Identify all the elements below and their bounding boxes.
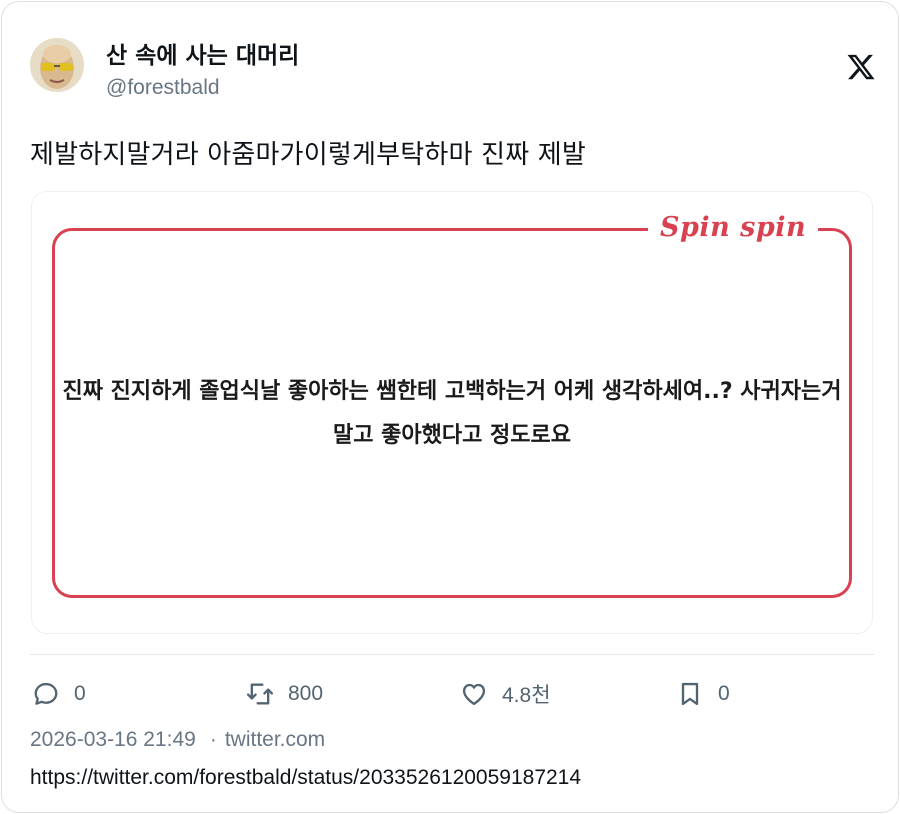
author-handle[interactable]: @forestbald xyxy=(106,76,220,100)
retweet-button[interactable]: 800 xyxy=(246,678,323,710)
tweet-url[interactable]: https://twitter.com/forestbald/status/20… xyxy=(30,766,581,790)
reply-icon xyxy=(34,682,58,705)
reply-button[interactable]: 0 xyxy=(32,678,86,710)
tweet-media-image[interactable]: Spin spin 진짜 진지하게 졸업식날 좋아하는 쌤한테 고백하는거 어케… xyxy=(31,191,873,634)
tweet-card: 산 속에 사는 대머리 @forestbald 제발하지말거라 아줌마가이렇게부… xyxy=(1,1,899,813)
divider xyxy=(30,654,874,655)
bookmark-count: 0 xyxy=(718,682,730,705)
retweet-count: 800 xyxy=(288,682,324,705)
retweet-icon xyxy=(246,683,274,705)
like-button[interactable]: 4.8천 xyxy=(460,678,551,710)
bald-face-avatar-icon xyxy=(30,38,84,92)
source-link[interactable]: twitter.com xyxy=(225,728,325,751)
x-logo-icon[interactable] xyxy=(846,52,876,82)
bookmark-icon xyxy=(681,682,699,706)
tweet-text: 제발하지말거라 아줌마가이렇게부탁하마 진짜 제발 xyxy=(30,140,587,170)
brand-logo: Spin spin xyxy=(648,212,819,243)
question-text: 진짜 진지하게 졸업식날 좋아하는 쌤한테 고백하는거 어케 생각하세여..? … xyxy=(62,379,842,448)
tweet-meta: 2026-03-16 21:49 · twitter.com xyxy=(30,728,325,752)
author-display-name[interactable]: 산 속에 사는 대머리 xyxy=(106,36,299,70)
heart-icon xyxy=(462,683,486,706)
like-count: 4.8천 xyxy=(502,684,551,707)
bookmark-button[interactable]: 0 xyxy=(676,678,730,710)
meta-separator: · xyxy=(209,728,217,751)
reply-count: 0 xyxy=(74,682,86,705)
avatar[interactable] xyxy=(30,38,84,92)
timestamp[interactable]: 2026-03-16 21:49 xyxy=(30,728,196,751)
